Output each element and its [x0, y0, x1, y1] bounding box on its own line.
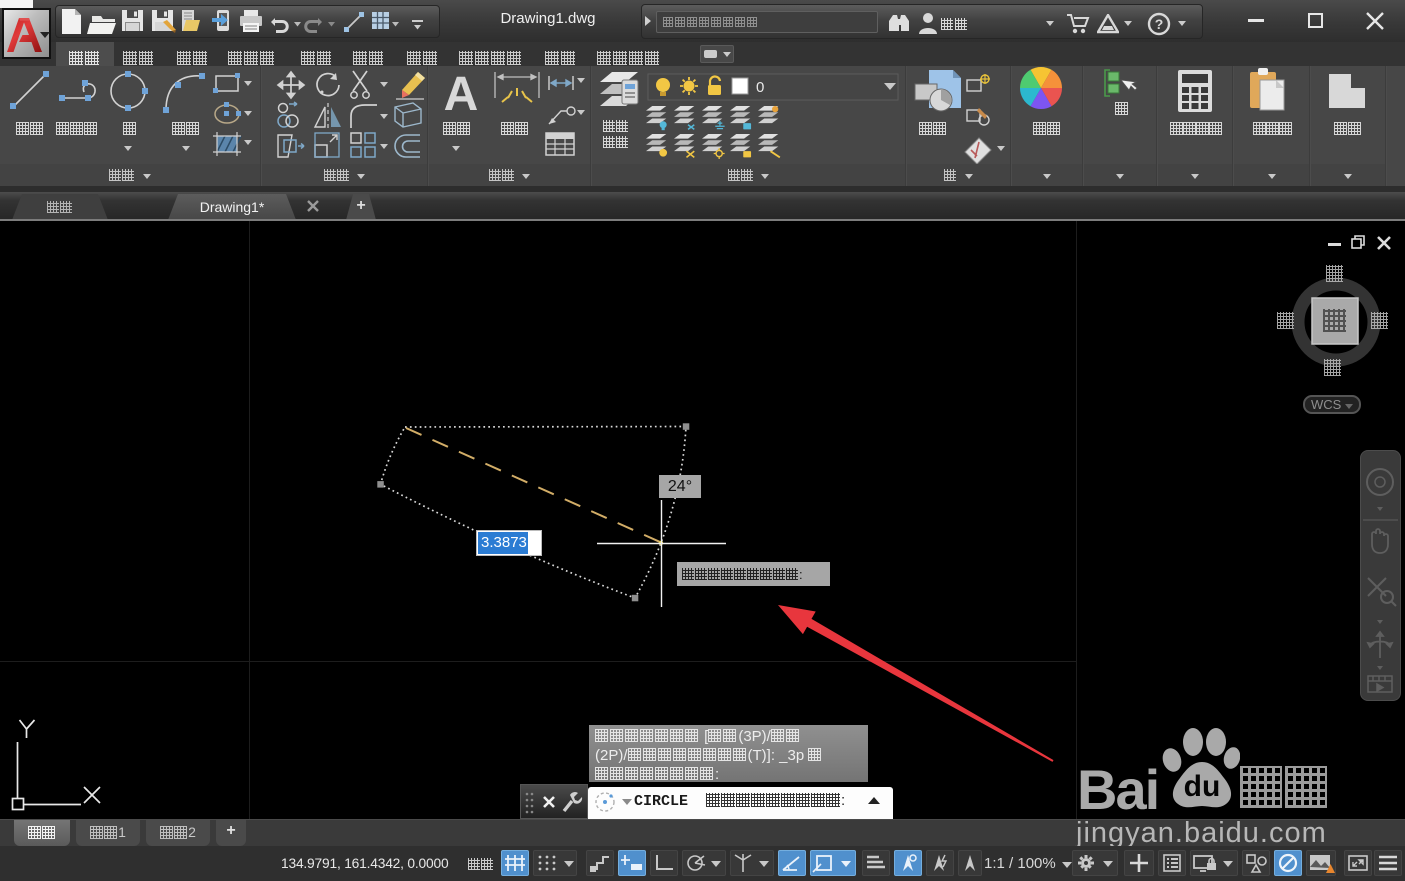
svg-text:du: du [1184, 770, 1221, 803]
svg-text:A: A [444, 68, 479, 121]
svg-text:?: ? [1155, 16, 1164, 32]
svg-text:0: 0 [756, 79, 764, 96]
